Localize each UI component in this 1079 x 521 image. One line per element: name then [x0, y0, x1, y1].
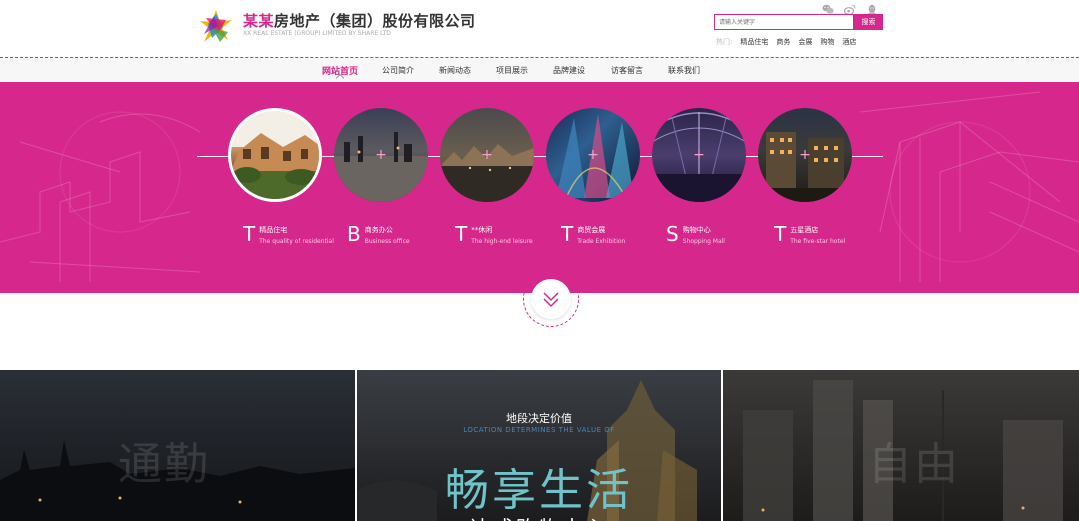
feature-panel-left[interactable]: 通勤 [0, 370, 355, 521]
site-header: 某某房地产（集团）股份有限公司 XX REAL ESTATE (GROUP) L… [0, 0, 1079, 58]
brand-title-rest: 房地产（集团）股份有限公司 [274, 12, 476, 30]
brand-title-highlight: 某某 [243, 12, 275, 30]
caption-cn: 精品住宅 [259, 226, 288, 234]
project-image-leisure[interactable]: + [440, 108, 534, 202]
nav-item-contact[interactable]: 联系我们 [668, 65, 700, 76]
caption-mall[interactable]: S 购物中心 Shopping Mall [666, 223, 725, 245]
caption-en: The high-end leisure [471, 238, 533, 245]
search-input[interactable] [714, 14, 854, 30]
hero-banner: + + + + + T 精品住宅 The quality of resident… [0, 82, 1079, 293]
caption-en: Trade Exhibition [577, 238, 626, 245]
caption-cn: 五星酒店 [790, 226, 819, 234]
city-sketch-background [0, 91, 1079, 282]
caption-cn: **休闲 [471, 226, 493, 234]
center-panel-caption: 达成购物中心 [357, 512, 721, 521]
caption-letter: B [347, 222, 361, 246]
left-ghost-text: 通勤 [118, 439, 210, 490]
nav-item-projects[interactable]: 项目展示 [496, 65, 528, 76]
brand-title[interactable]: 某某房地产（集团）股份有限公司 [243, 10, 476, 31]
hot-tag-shopping[interactable]: 购物 [820, 37, 834, 47]
hot-tag-business[interactable]: 商务 [776, 37, 790, 47]
hot-tag-residential[interactable]: 精品住宅 [740, 37, 768, 47]
center-panel-subtitle: LOCATION DETERMINES THE VALUE OF [463, 426, 615, 434]
caption-en: Shopping Mall [682, 238, 725, 245]
hot-tags-label: 热门: [716, 38, 733, 46]
plus-icon: + [587, 147, 599, 163]
center-panel-title: 地段决定价值 [506, 412, 572, 425]
nav-item-about[interactable]: 公司简介 [382, 65, 414, 76]
caption-letter: T [561, 222, 574, 246]
project-image-residential[interactable] [228, 108, 322, 202]
caption-letter: T [243, 222, 256, 246]
nav-item-news[interactable]: 新闻动态 [439, 65, 471, 76]
company-logo-icon[interactable] [198, 8, 234, 46]
weibo-icon[interactable] [843, 0, 856, 15]
caption-exhibition[interactable]: T 商贸会展 Trade Exhibition [561, 223, 625, 245]
caption-letter: T [774, 222, 787, 246]
nav-item-guestbook[interactable]: 访客留言 [611, 65, 643, 76]
plus-icon: + [693, 147, 705, 163]
plus-icon: + [799, 147, 811, 163]
caption-residential[interactable]: T 精品住宅 The quality of residential [243, 223, 334, 245]
project-image-hotel[interactable]: + [758, 108, 852, 202]
qq-icon[interactable] [866, 0, 878, 15]
caption-letter: S [666, 222, 679, 246]
project-image-exhibition[interactable]: + [546, 108, 640, 202]
wechat-icon[interactable] [822, 0, 834, 14]
caption-leisure[interactable]: T **休闲 The high-end leisure [455, 223, 533, 245]
social-links [822, 0, 878, 15]
caption-en: The quality of residential [259, 238, 334, 245]
caption-hotel[interactable]: T 五星酒店 The five-star hotel [774, 223, 845, 245]
feature-panel-right[interactable]: 自由 [723, 370, 1079, 521]
plus-icon: + [375, 147, 387, 163]
main-nav: 网站首页 公司简介 新闻动态 项目展示 品牌建设 访客留言 联系我们 [0, 58, 1079, 83]
hot-tag-exhibition[interactable]: 会展 [798, 37, 812, 47]
double-chevron-down-icon [543, 292, 559, 308]
caption-en: The five-star hotel [790, 238, 846, 245]
scroll-down-button[interactable] [531, 279, 571, 319]
project-image-mall[interactable]: + [652, 108, 746, 202]
center-panel-headline: 畅享生活 [445, 465, 633, 516]
nav-item-brand[interactable]: 品牌建设 [553, 65, 585, 76]
caption-business[interactable]: B 商务办公 Business office [347, 223, 410, 245]
brand-subtitle: XX REAL ESTATE (GROUP) LIMITED BY SHARE … [243, 30, 391, 37]
caption-cn: 购物中心 [682, 226, 711, 234]
feature-panel-center[interactable]: 地段决定价值 LOCATION DETERMINES THE VALUE OF … [357, 370, 721, 521]
caption-letter: T [455, 222, 468, 246]
caption-cn: 商贸会展 [577, 226, 606, 234]
project-image-business[interactable]: + [334, 108, 428, 202]
search-button[interactable]: 搜索 [854, 14, 883, 30]
caption-cn: 商务办公 [364, 226, 393, 234]
caption-en: Business office [364, 238, 410, 245]
hot-tags: 热门: 精品住宅 商务 会展 购物 酒店 [716, 37, 856, 47]
residential-illustration [231, 111, 319, 199]
right-ghost-text: 自由 [868, 439, 960, 490]
hot-tag-hotel[interactable]: 酒店 [842, 37, 856, 47]
plus-icon: + [481, 147, 493, 163]
